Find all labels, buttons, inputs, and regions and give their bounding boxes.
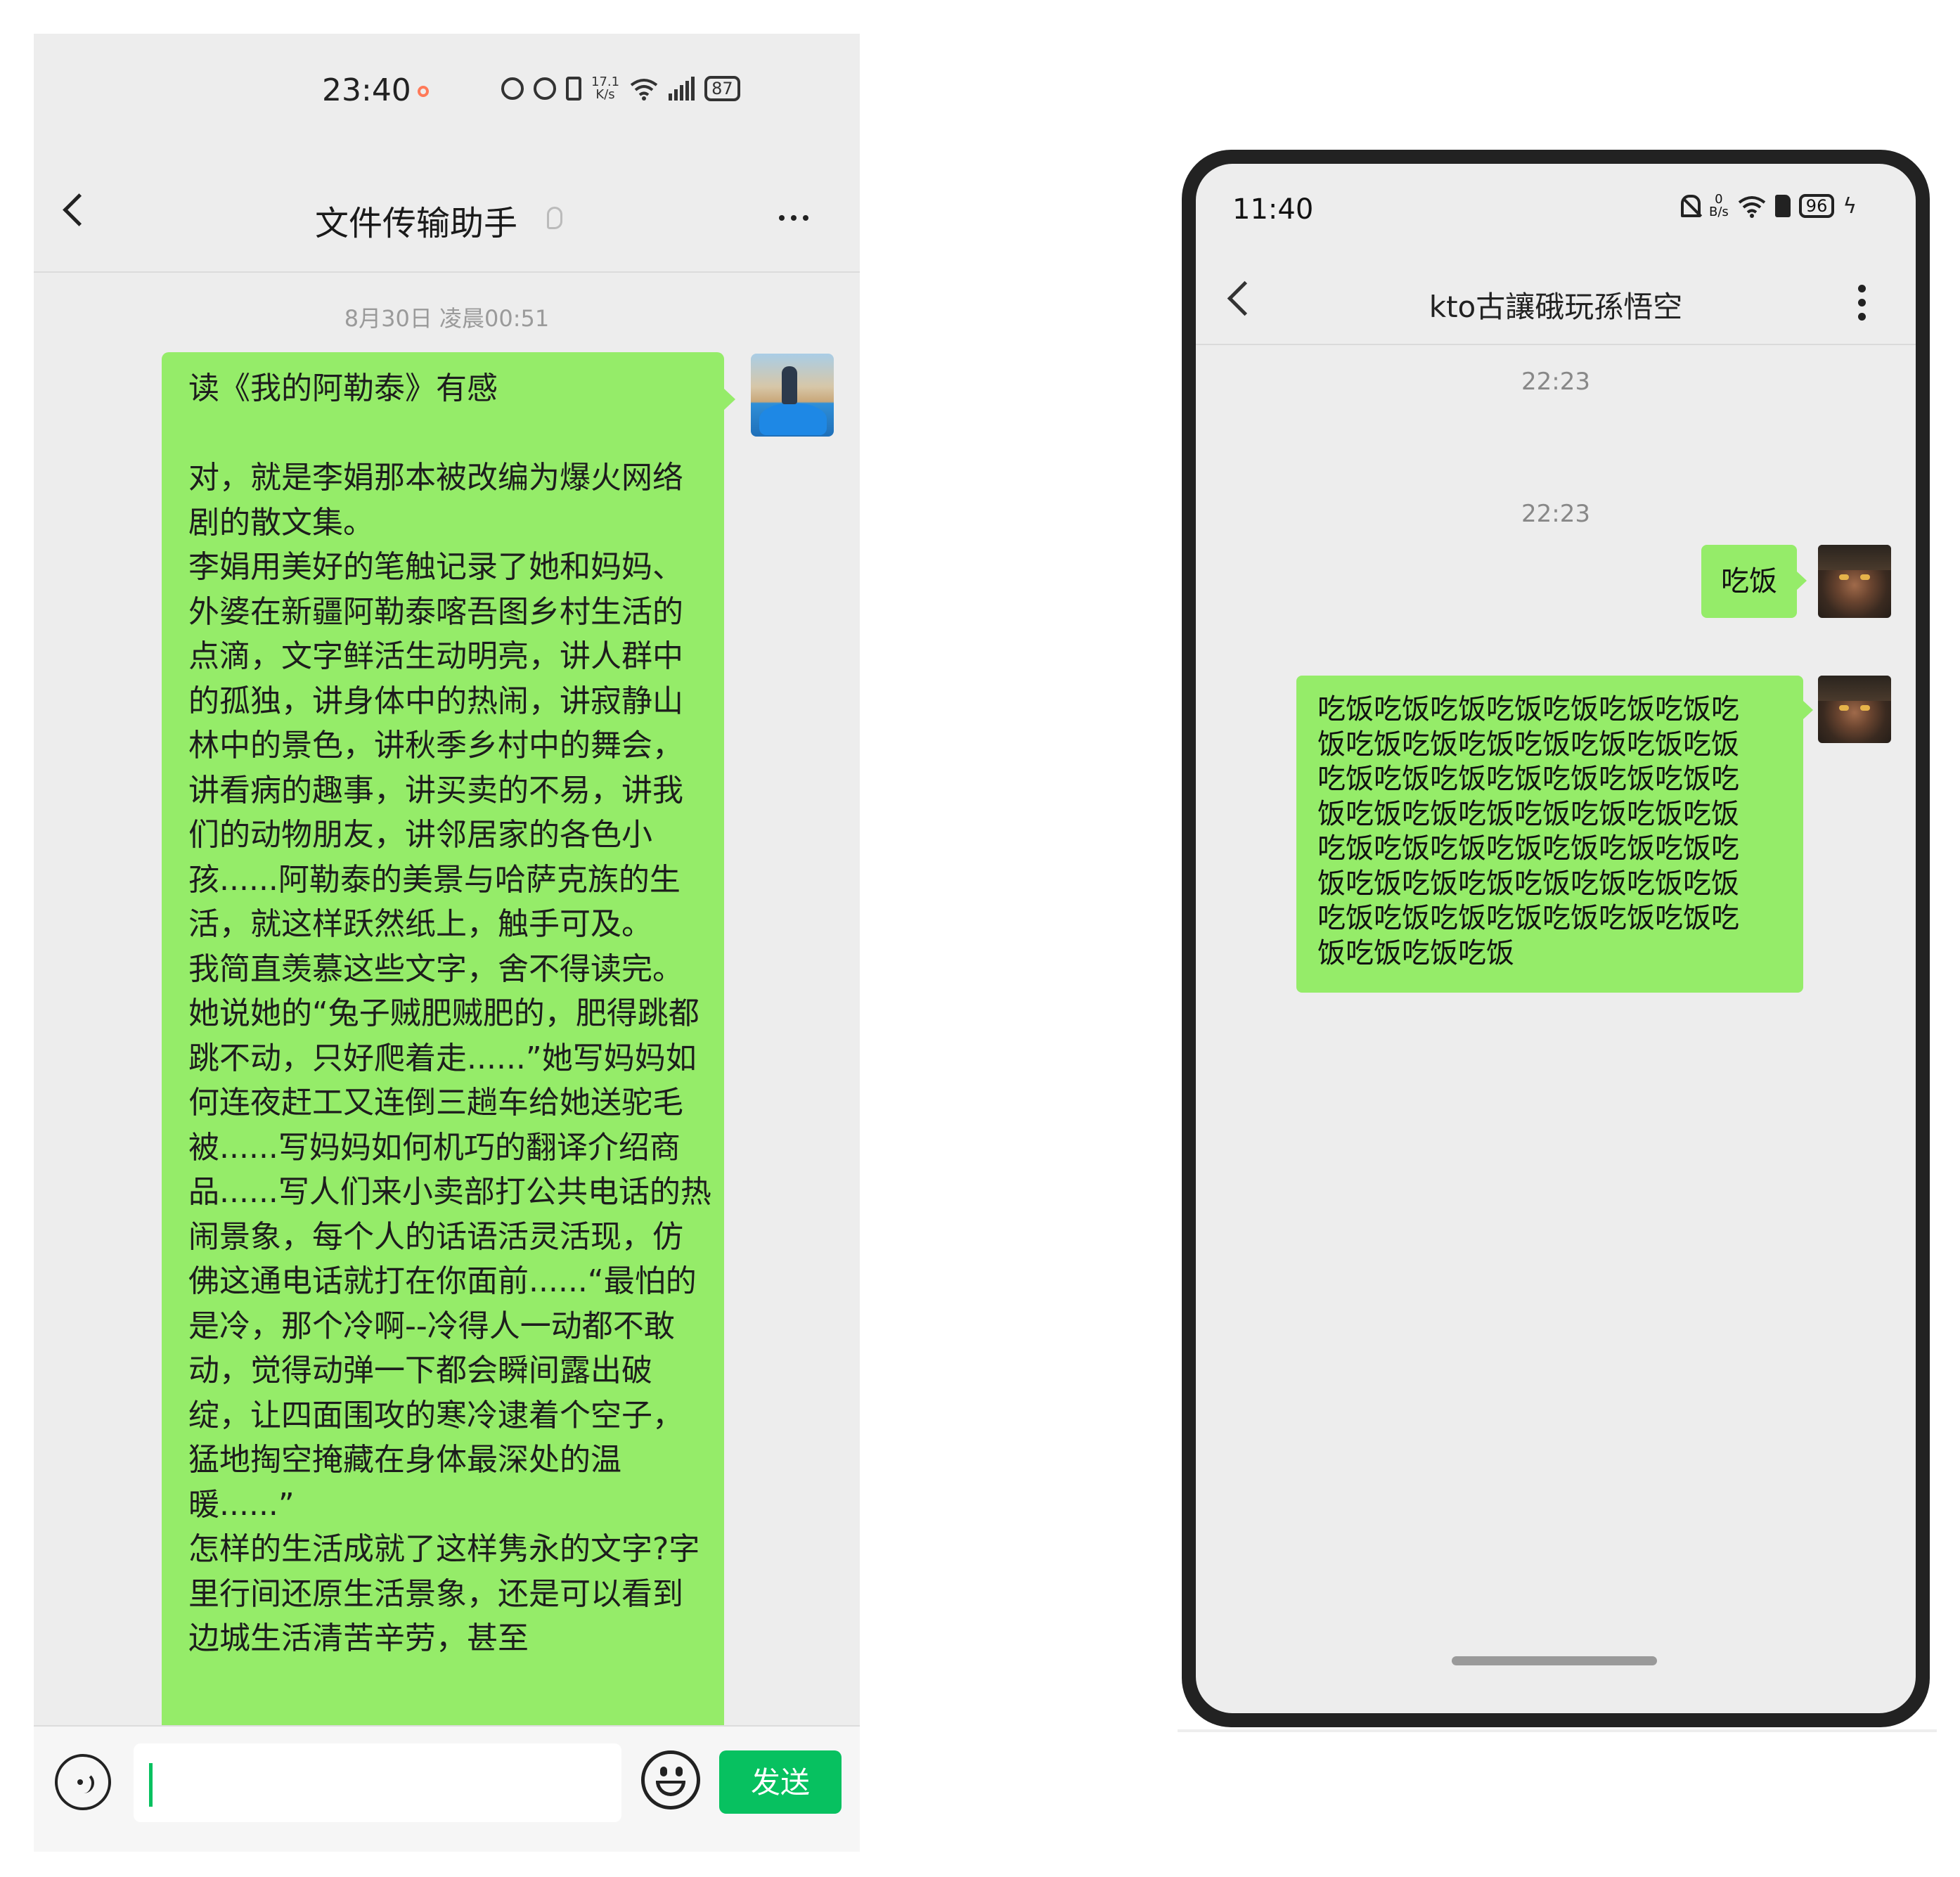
- message-timestamp: 22:23: [1521, 368, 1590, 396]
- chat-header: 文件传输助手: [34, 160, 860, 273]
- status-icons: 17.1 K/s 87: [501, 76, 740, 101]
- nfc-icon: [501, 77, 524, 100]
- wifi-icon: [1738, 196, 1766, 218]
- avatar[interactable]: [1818, 676, 1891, 743]
- right-phone-screen: 11:40 0 B/s 96 ϟ kto古讓硪玩孫悟空 22:23 吃饭 22:…: [1196, 164, 1916, 1713]
- left-phone-screen: 23:40 17.1 K/s 87 文件传输助手 8月30日 凌晨00:51 读…: [34, 34, 860, 1852]
- battery-level: 87: [711, 79, 733, 98]
- cell-signal-icon: [669, 77, 695, 101]
- chat-title: 文件传输助手: [315, 204, 518, 243]
- message-timestamp: 8月30日 凌晨00:51: [344, 305, 550, 332]
- sim-icon: [1774, 195, 1791, 217]
- home-indicator[interactable]: [1452, 1656, 1657, 1665]
- message-input[interactable]: [134, 1743, 621, 1822]
- wifi-icon: [630, 79, 658, 101]
- message-bubble[interactable]: 吃饭: [1701, 545, 1797, 618]
- status-bar: 23:40 17.1 K/s 87: [34, 34, 860, 160]
- status-time: 23:40: [322, 72, 411, 108]
- chat-header: kto古讓硪玩孫悟空: [1196, 247, 1916, 345]
- message-timestamp: 22:23: [1521, 500, 1590, 528]
- charging-icon: ϟ: [1843, 193, 1857, 219]
- bubble-tail: [724, 389, 735, 410]
- emoji-icon[interactable]: [641, 1750, 700, 1810]
- send-button[interactable]: 发送: [719, 1750, 842, 1814]
- net-speed: 0 B/s: [1709, 193, 1729, 219]
- voice-input-icon[interactable]: [55, 1754, 111, 1810]
- vibrate-icon: [566, 77, 581, 101]
- back-icon[interactable]: [63, 193, 96, 226]
- avatar-boat: [759, 403, 827, 435]
- bubble-tail: [1803, 701, 1813, 719]
- divider: [1178, 1729, 1937, 1732]
- status-icons: 0 B/s 96 ϟ: [1681, 193, 1857, 219]
- earpiece-mode-icon: [547, 207, 562, 229]
- mute-bell-icon: [1681, 195, 1701, 217]
- avatar[interactable]: [751, 354, 834, 437]
- input-bar: 发送: [34, 1725, 860, 1852]
- right-phone-frame: 11:40 0 B/s 96 ϟ kto古讓硪玩孫悟空 22:23 吃饭 22:…: [1182, 150, 1930, 1727]
- alarm-icon: [534, 77, 556, 100]
- chat-title: kto古讓硪玩孫悟空: [1429, 290, 1683, 324]
- avatar[interactable]: [1818, 545, 1891, 618]
- battery-icon: 87: [704, 76, 740, 101]
- more-options-icon[interactable]: [779, 215, 808, 221]
- net-speed: 17.1 K/s: [591, 76, 619, 101]
- recording-dot-icon: [418, 86, 429, 97]
- more-options-icon[interactable]: [1858, 285, 1866, 321]
- status-time: 11:40: [1232, 193, 1314, 226]
- net-speed-unit: B/s: [1709, 205, 1729, 219]
- text-caret: [149, 1763, 153, 1807]
- battery-icon: 96: [1798, 194, 1835, 218]
- bubble-tail: [1797, 572, 1807, 590]
- net-speed-unit: K/s: [595, 87, 615, 102]
- avatar-figure: [782, 366, 797, 404]
- message-bubble[interactable]: 吃饭吃饭吃饭吃饭吃饭吃饭吃饭吃饭吃饭吃饭吃饭吃饭吃饭吃饭吃饭吃饭吃饭吃饭吃饭吃饭…: [1296, 676, 1803, 993]
- battery-level: 96: [1805, 196, 1828, 216]
- message-bubble[interactable]: 读《我的阿勒泰》有感 对，就是李娟那本被改编为爆火网络剧的散文集。 李娟用美好的…: [162, 352, 724, 1758]
